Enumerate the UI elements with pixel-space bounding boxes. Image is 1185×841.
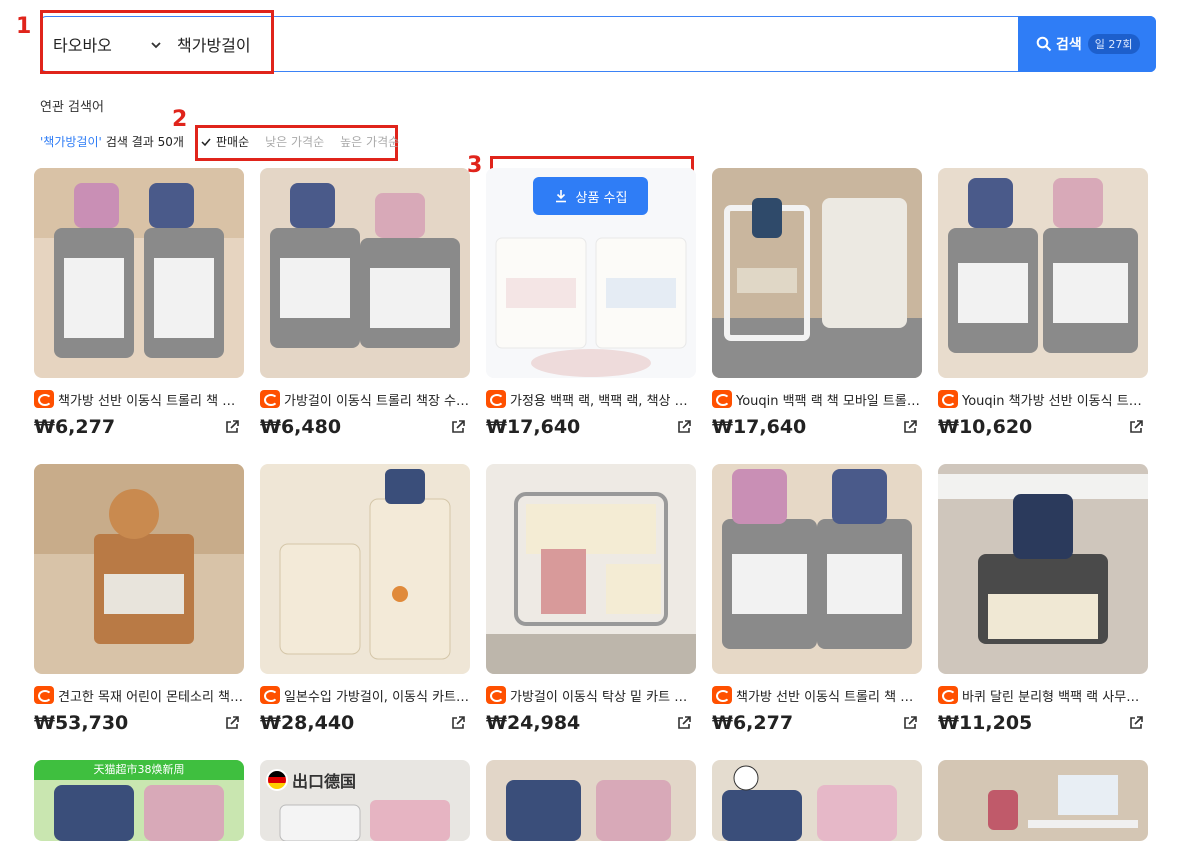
external-link-icon[interactable] [1128, 419, 1144, 435]
product-price: ₩6,480 [260, 416, 342, 438]
taobao-logo-icon [260, 686, 280, 704]
product-image[interactable] [34, 464, 244, 674]
product-price: ₩11,205 [938, 712, 1033, 734]
product-card[interactable]: 바퀴 달린 분리형 백팩 랙 사무실 수납 ₩11,205 [938, 464, 1148, 734]
product-image[interactable] [486, 464, 696, 674]
product-image[interactable] [938, 464, 1148, 674]
search-button-label: 검색 [1056, 37, 1082, 53]
search-button[interactable]: 검색 일 27회 [1018, 16, 1156, 72]
product-title: 일본수입 가방걸이, 이동식 카트, 수납 [284, 689, 470, 705]
product-image[interactable] [34, 168, 244, 378]
search-quota-badge: 일 27회 [1087, 34, 1140, 54]
product-image[interactable]: 出口德国 [260, 760, 470, 841]
product-price: ₩6,277 [34, 416, 116, 438]
check-icon [201, 138, 211, 146]
sort-high-price[interactable]: 높은 가격순 [340, 133, 399, 150]
annotation-number-2: 2 [172, 107, 188, 132]
taobao-logo-icon [938, 686, 958, 704]
product-card[interactable] [712, 760, 922, 841]
external-link-icon[interactable] [1128, 715, 1144, 731]
product-price: ₩17,640 [712, 416, 807, 438]
product-card[interactable]: 책가방 선반 이동식 트롤리 책 보관함 수납 선반 ₩6,277 [34, 168, 244, 438]
product-card[interactable]: 일본수입 가방걸이, 이동식 카트, 수납 ₩28,440 [260, 464, 470, 734]
product-image[interactable] [712, 168, 922, 378]
external-link-icon[interactable] [450, 419, 466, 435]
product-image[interactable] [712, 760, 922, 841]
product-image[interactable] [938, 760, 1148, 841]
taobao-logo-icon [486, 686, 506, 704]
product-title: 가정용 백팩 랙, 백팩 랙, 책상 아래 수납 [510, 393, 696, 409]
sort-sales-label: 판매순 [216, 135, 250, 149]
taobao-logo-icon [34, 390, 54, 408]
product-card[interactable]: 出口德国 [260, 760, 470, 841]
product-price: ₩24,984 [486, 712, 581, 734]
external-link-icon[interactable] [224, 715, 240, 731]
product-title: 바퀴 달린 분리형 백팩 랙 사무실 수납 [962, 689, 1148, 705]
product-title: 책가방 선반 이동식 트롤리 책 보관함 수납 선반 [58, 393, 244, 409]
download-icon [555, 190, 566, 203]
product-image[interactable] [486, 760, 696, 841]
product-image[interactable]: 天猫超市38焕新周 [34, 760, 244, 841]
product-title: 견고한 목재 어린이 몬테소리 책장 수납 [58, 689, 244, 705]
taobao-logo-icon [486, 390, 506, 408]
product-card[interactable]: Youqin 책가방 선반 이동식 트롤리 ₩10,620 [938, 168, 1148, 438]
product-title: 가방걸이 이동식 탁상 밑 카트 가방 수납 [510, 689, 696, 705]
product-card[interactable]: 가방걸이 이동식 탁상 밑 카트 가방 수납 ₩24,984 [486, 464, 696, 734]
external-link-icon[interactable] [450, 715, 466, 731]
external-link-icon[interactable] [224, 419, 240, 435]
product-card[interactable]: 天猫超市38焕新周 [34, 760, 244, 841]
taobao-logo-icon [260, 390, 280, 408]
product-price: ₩10,620 [938, 416, 1033, 438]
product-title: Youqin 백팩 랙 책 모바일 트롤리 수납 [736, 393, 922, 409]
product-card[interactable]: Youqin 백팩 랙 책 모바일 트롤리 수납 ₩17,640 [712, 168, 922, 438]
external-link-icon[interactable] [902, 419, 918, 435]
product-card[interactable]: 가방걸이 이동식 트롤리 책장 수납 선반 ₩6,480 [260, 168, 470, 438]
external-link-icon[interactable] [902, 715, 918, 731]
product-title: 책가방 선반 이동식 트롤리 책 보관함 [736, 689, 922, 705]
result-keyword: '책가방걸이' [40, 135, 102, 149]
product-image[interactable] [260, 168, 470, 378]
related-keywords-label: 연관 검색어 [40, 100, 104, 115]
product-title: Youqin 책가방 선반 이동식 트롤리 [962, 393, 1148, 409]
product-card[interactable]: 책가방 선반 이동식 트롤리 책 보관함 ₩6,277 [712, 464, 922, 734]
product-image[interactable] [260, 464, 470, 674]
promo-banner: 天猫超市38焕新周 [34, 760, 244, 780]
collect-product-label: 상품 수집 [575, 190, 628, 206]
product-price: ₩28,440 [260, 712, 355, 734]
german-flag-icon [266, 769, 288, 791]
product-card[interactable] [938, 760, 1148, 841]
taobao-logo-icon [712, 686, 732, 704]
export-badge: 出口德国 [266, 768, 356, 792]
product-card[interactable] [486, 760, 696, 841]
sort-sales[interactable]: 판매순 [200, 133, 249, 150]
annotation-number-1: 1 [16, 14, 32, 39]
annotation-box-1 [40, 10, 274, 74]
taobao-logo-icon [938, 390, 958, 408]
result-summary: '책가방걸이' 검색 결과 50개 [40, 133, 184, 150]
product-image[interactable] [938, 168, 1148, 378]
external-link-icon[interactable] [676, 419, 692, 435]
export-badge-label: 出口德国 [292, 772, 357, 791]
sort-low-price[interactable]: 낮은 가격순 [265, 133, 324, 150]
product-card[interactable]: 견고한 목재 어린이 몬테소리 책장 수납 ₩53,730 [34, 464, 244, 734]
external-link-icon[interactable] [676, 715, 692, 731]
result-count: 검색 결과 50개 [105, 135, 184, 149]
product-image[interactable] [712, 464, 922, 674]
search-icon [1036, 36, 1052, 52]
product-price: ₩53,730 [34, 712, 129, 734]
taobao-logo-icon [712, 390, 732, 408]
product-price: ₩6,277 [712, 712, 794, 734]
product-title: 가방걸이 이동식 트롤리 책장 수납 선반 [284, 393, 470, 409]
taobao-logo-icon [34, 686, 54, 704]
product-price: ₩17,640 [486, 416, 581, 438]
sort-options: 판매순 낮은 가격순 높은 가격순 [200, 133, 399, 150]
collect-product-button[interactable]: 상품 수집 [533, 177, 648, 215]
